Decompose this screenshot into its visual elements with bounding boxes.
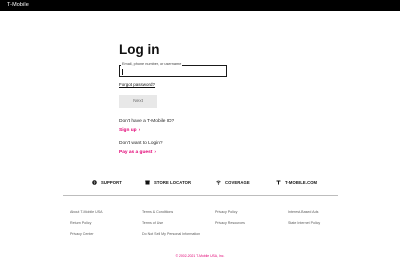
footer-link-privacy-center[interactable]: Privacy Center (70, 232, 94, 236)
tmobile-icon (276, 180, 281, 185)
quick-link-store-locator[interactable]: STORE LOCATOR (145, 180, 191, 185)
quick-links-bar: ? SUPPORT STORE LOCATOR COVERAGE T-MOBIL… (0, 180, 400, 190)
username-field-label: Email, phone number, or username (121, 62, 183, 66)
copyright-notice: © 2002-2021 T-Mobile USA, Inc. (175, 254, 225, 258)
page-title: Log in (119, 42, 160, 57)
footer-link-privacy-resources[interactable]: Privacy Resources (215, 221, 245, 225)
pay-as-guest-label: Pay as a guest (119, 150, 153, 155)
svg-text:?: ? (93, 181, 95, 185)
quick-link-label: COVERAGE (225, 180, 250, 185)
footer-link-return-policy[interactable]: Return Policy (70, 221, 91, 225)
brand-logo[interactable]: T-Mobile (7, 2, 29, 8)
chevron-right-icon: › (154, 150, 156, 155)
footer-link-interest-based-ads[interactable]: Interest-Based Ads (288, 210, 318, 214)
footer-link-privacy-policy[interactable]: Privacy Policy (215, 210, 237, 214)
sign-up-link[interactable]: Sign up › (119, 128, 140, 133)
sign-up-label: Sign up (119, 128, 137, 133)
no-login-prompt: Don't want to Login? (119, 141, 163, 146)
no-id-prompt: Don't have a T-Mobile ID? (119, 119, 175, 124)
quick-link-coverage[interactable]: COVERAGE (216, 180, 250, 185)
quick-link-tmobile[interactable]: T-MOBILE.COM (276, 180, 317, 185)
footer-divider (63, 195, 338, 196)
quick-link-support[interactable]: ? SUPPORT (92, 180, 122, 185)
next-button[interactable]: Next (119, 95, 157, 108)
footer-link-terms-conditions[interactable]: Terms & Conditions (142, 210, 173, 214)
pay-as-guest-link[interactable]: Pay as a guest › (119, 150, 156, 155)
top-bar: T-Mobile (0, 0, 400, 11)
store-icon (145, 180, 150, 185)
username-field[interactable] (119, 65, 227, 77)
quick-link-label: STORE LOCATOR (154, 180, 192, 185)
forgot-password-link[interactable]: Forgot password? (119, 82, 155, 87)
footer-link-do-not-sell[interactable]: Do Not Sell My Personal Information (142, 232, 200, 236)
footer-link-about[interactable]: About T-Mobile USA (70, 210, 103, 214)
quick-link-label: T-MOBILE.COM (285, 180, 318, 185)
footer-link-terms-of-use[interactable]: Terms of Use (142, 221, 163, 225)
login-form: Log in Email, phone number, or username … (119, 42, 259, 155)
chevron-right-icon: › (138, 128, 141, 133)
text-caret (122, 68, 123, 75)
quick-link-label: SUPPORT (101, 180, 122, 185)
footer-link-state-internet-policy[interactable]: State Internet Policy (288, 221, 320, 225)
coverage-icon (216, 180, 221, 185)
support-icon: ? (92, 180, 97, 185)
